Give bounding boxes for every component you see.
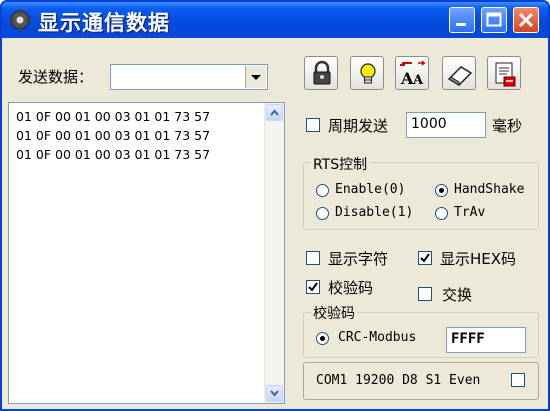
swap-checkbox[interactable] [418, 287, 432, 301]
maximize-button[interactable] [481, 7, 507, 33]
close-icon [518, 12, 534, 28]
period-unit-label: 毫秒 [492, 117, 523, 135]
rts-trav-label: TrAv [454, 205, 486, 220]
vertical-scrollbar[interactable] [264, 103, 284, 403]
font-aa-icon: A A [400, 60, 426, 88]
eraser-icon [447, 66, 473, 86]
minimize-icon [456, 23, 466, 26]
checksum-label: 校验码 [328, 279, 374, 297]
show-hex-checkbox[interactable] [418, 251, 432, 265]
periodic-send-label: 周期发送 [328, 117, 389, 135]
radio-selected-dot [439, 188, 444, 193]
combo-dropdown-button[interactable] [245, 66, 266, 88]
checksum-value-input[interactable]: FFFF [446, 327, 526, 353]
period-input[interactable]: 1000 [406, 112, 486, 138]
rts-enable-radio[interactable] [316, 184, 329, 197]
rts-trav-radio[interactable] [435, 207, 448, 220]
lock-button[interactable] [304, 56, 338, 90]
title-bar[interactable]: 显示通信数据 [2, 2, 548, 38]
checkmark-icon [308, 282, 318, 292]
show-chars-label: 显示字符 [328, 250, 389, 268]
receive-line: 01 0F 00 01 00 03 01 01 73 57 [16, 147, 211, 162]
svg-text:A: A [412, 73, 424, 88]
chevron-up-icon [270, 109, 279, 116]
rts-disable-radio[interactable] [316, 207, 329, 220]
close-button[interactable] [513, 7, 539, 33]
app-window: 显示通信数据 发送数据： A A 01 0F 00 01 00 03 01 01… [0, 0, 550, 411]
minimize-button[interactable] [449, 7, 475, 33]
gear-icon [8, 8, 32, 32]
lightbulb-icon [360, 63, 376, 84]
radio-selected-dot [320, 336, 325, 341]
clear-button[interactable] [442, 56, 476, 90]
status-checkbox[interactable] [511, 373, 525, 387]
bulb-button[interactable] [350, 56, 384, 90]
status-bar: COM1 19200 D8 S1 Even [303, 362, 539, 400]
save-icon [495, 62, 516, 87]
crc-modbus-label: CRC-Modbus [338, 330, 417, 345]
scroll-down-button[interactable] [266, 385, 283, 402]
receive-line: 01 0F 00 01 00 03 01 01 73 57 [16, 128, 211, 143]
lock-icon [313, 60, 331, 85]
rts-handshake-label: HandShake [454, 182, 525, 197]
checkmark-icon [420, 253, 430, 263]
periodic-send-checkbox[interactable] [306, 118, 320, 132]
svg-text:A: A [400, 69, 414, 88]
port-status-text: COM1 19200 D8 S1 Even [316, 373, 481, 388]
rts-enable-label: Enable(0) [335, 182, 406, 197]
checksum-group-title: 校验码 [311, 303, 357, 323]
receive-textarea[interactable]: 01 0F 00 01 00 03 01 01 73 57 01 0F 00 0… [8, 102, 285, 404]
receive-line: 01 0F 00 01 00 03 01 01 73 57 [16, 109, 211, 124]
font-button[interactable]: A A [395, 56, 429, 90]
maximize-icon [486, 12, 502, 27]
window-title: 显示通信数据 [38, 11, 170, 35]
swap-label: 交换 [442, 286, 473, 304]
rts-disable-label: Disable(1) [335, 205, 414, 220]
send-data-combo[interactable] [110, 64, 268, 90]
rts-handshake-radio[interactable] [435, 184, 448, 197]
chevron-down-icon [270, 390, 279, 397]
crc-modbus-radio[interactable] [316, 332, 329, 345]
show-chars-checkbox[interactable] [306, 251, 320, 265]
checksum-checkbox[interactable] [306, 280, 320, 294]
show-hex-label: 显示HEX码 [440, 250, 517, 268]
chevron-down-icon [251, 75, 261, 80]
save-button[interactable] [487, 56, 521, 90]
rts-group-title: RTS控制 [311, 154, 370, 174]
send-data-label: 发送数据： [18, 68, 94, 86]
scroll-up-button[interactable] [266, 104, 283, 121]
